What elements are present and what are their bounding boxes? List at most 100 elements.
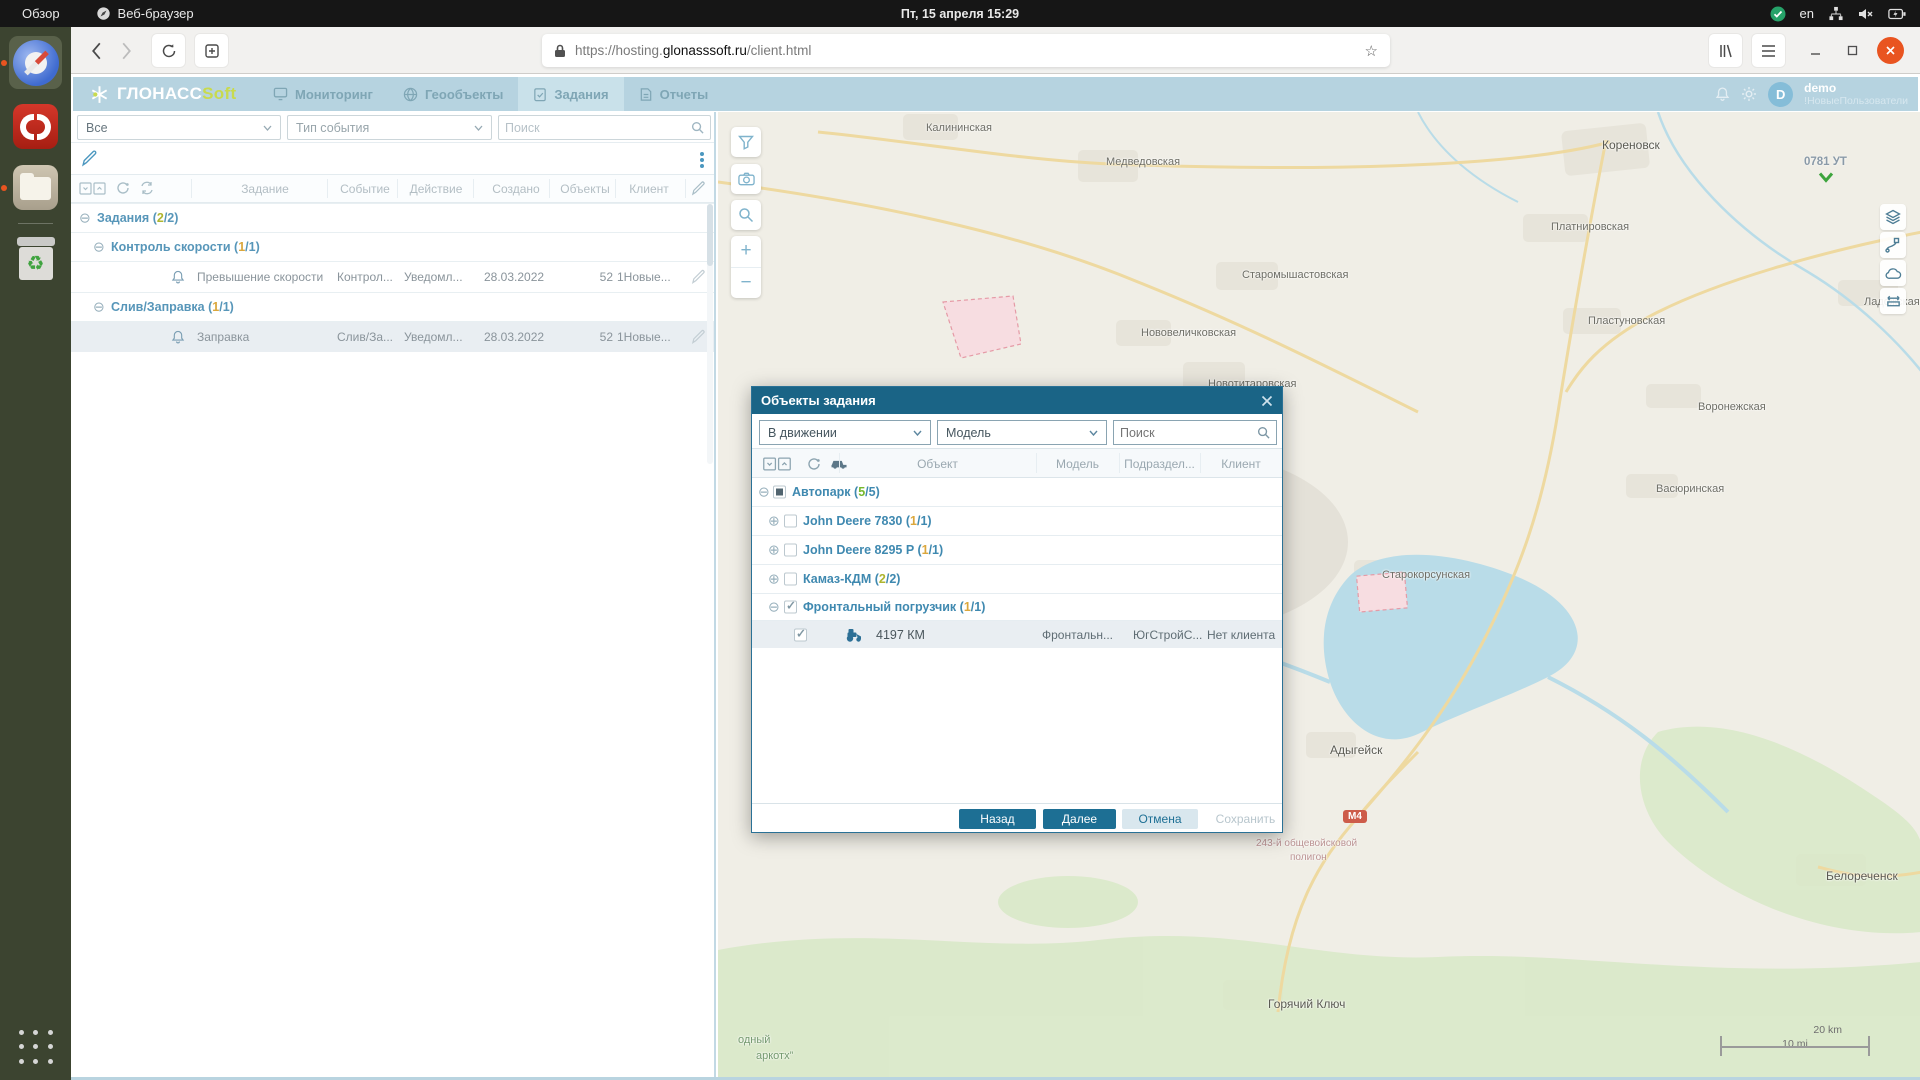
dock-files-icon[interactable] — [9, 161, 62, 214]
vehicle-marker-icon[interactable] — [1818, 172, 1834, 183]
nav-item-label: Отчеты — [660, 87, 709, 102]
model-group-row[interactable]: ⊕ Камаз-КДМ (2/2) — [752, 564, 1282, 593]
checkbox-unchecked[interactable] — [784, 573, 797, 586]
app-content: ГЛОНАССSoft Мониторинг Геообъекты Задани… — [71, 74, 1920, 1080]
activities-button[interactable]: Обзор — [0, 0, 82, 27]
status-filter-select[interactable]: В движении — [759, 420, 931, 445]
back-button[interactable] — [85, 40, 107, 62]
collapse-node-icon[interactable]: ⊖ — [758, 484, 770, 501]
fleet-group-row[interactable]: ⊖ Автопарк (5/5) — [752, 478, 1282, 506]
library-button[interactable] — [1709, 34, 1742, 67]
modal-header[interactable]: Объекты задания — [752, 387, 1282, 414]
dock-red-app-icon[interactable] — [9, 100, 62, 153]
sync-icon[interactable] — [139, 180, 155, 196]
refresh-icon[interactable] — [115, 180, 131, 196]
glonasssoft-logo[interactable]: ГЛОНАССSoft — [89, 84, 236, 105]
logo-star-icon — [89, 84, 110, 105]
edit-row-icon[interactable] — [691, 330, 706, 345]
checkbox-unchecked[interactable] — [784, 515, 797, 528]
zoom-in-button[interactable]: + — [731, 236, 761, 268]
close-button[interactable] — [1877, 37, 1904, 64]
maximize-button[interactable] — [1839, 37, 1866, 64]
chevron-down-icon — [474, 125, 483, 131]
map-camera-button[interactable] — [731, 164, 761, 194]
checkbox-indeterminate[interactable] — [773, 486, 786, 499]
nav-item-reports[interactable]: Отчеты — [624, 77, 724, 111]
expand-node-icon[interactable]: ⊕ — [768, 542, 780, 559]
nav-item-tasks[interactable]: Задания — [518, 77, 623, 111]
front-loader-icon — [844, 627, 865, 642]
model-filter-select[interactable]: Модель — [937, 420, 1107, 445]
modal-close-icon[interactable] — [1261, 395, 1273, 407]
group-row-speed-control[interactable]: ⊖ Контроль скорости (1/1) — [71, 232, 714, 261]
software-update-icon[interactable] — [1770, 6, 1786, 22]
app-menu[interactable]: Веб-браузер — [82, 0, 208, 27]
volume-muted-icon[interactable] — [1858, 7, 1874, 21]
edit-column-icon[interactable] — [691, 181, 706, 196]
settings-gear-icon[interactable] — [1741, 86, 1757, 102]
panel-scrollbar[interactable] — [707, 204, 713, 464]
task-row-selected[interactable]: Заправка Слив/За... Уведомл... 28.03.202… — [71, 321, 714, 352]
bookmark-star-icon[interactable]: ☆ — [1365, 42, 1378, 60]
map-search-button[interactable] — [731, 200, 761, 230]
checkbox-checked[interactable] — [794, 628, 807, 641]
zoom-out-button[interactable]: − — [731, 268, 761, 299]
network-icon[interactable] — [1828, 6, 1844, 21]
panel-search-input[interactable] — [505, 121, 691, 135]
collapse-tree-icon[interactable] — [762, 455, 792, 473]
dock-firefox-icon[interactable] — [9, 36, 62, 89]
map-measure-button[interactable] — [1880, 288, 1906, 314]
more-options-icon[interactable] — [700, 150, 704, 170]
battery-icon[interactable] — [1888, 8, 1906, 20]
user-info[interactable]: demo !НовыеПользователи — [1804, 82, 1908, 107]
collapse-node-icon[interactable]: ⊖ — [79, 210, 91, 227]
edit-row-icon[interactable] — [691, 270, 706, 285]
minimize-button[interactable] — [1802, 37, 1829, 64]
map-filter-button[interactable] — [731, 127, 761, 157]
map-route-button[interactable] — [1880, 232, 1906, 258]
user-avatar[interactable]: D — [1768, 82, 1793, 107]
group-count: (1/1) — [906, 514, 932, 528]
show-applications-button[interactable] — [17, 1028, 55, 1066]
collapse-node-icon[interactable]: ⊖ — [93, 239, 105, 256]
edit-pencil-icon[interactable] — [81, 150, 98, 167]
task-row[interactable]: Превышение скорости Контрол... Уведомл..… — [71, 261, 714, 292]
back-button[interactable]: Назад — [959, 809, 1036, 829]
keyboard-layout[interactable]: en — [1800, 6, 1814, 21]
forward-button[interactable] — [115, 40, 137, 62]
map-label: полигон — [1290, 852, 1327, 863]
notifications-bell-icon[interactable] — [1715, 86, 1730, 102]
next-button[interactable]: Далее — [1043, 809, 1116, 829]
vehicle-row-selected[interactable]: 4197 КМ Фронтальн... ЮгСтройС... Нет кли… — [752, 620, 1282, 648]
url-bar[interactable]: https://hosting.glonasssoft.ru/client.ht… — [542, 34, 1390, 67]
group-row-tasks[interactable]: ⊖ Задания (2/2) — [71, 203, 714, 232]
new-tab-button[interactable] — [195, 34, 228, 67]
collapse-tree-icon[interactable] — [79, 180, 106, 197]
model-group-row[interactable]: ⊖ Фронтальный погрузчик (1/1) — [752, 593, 1282, 620]
group-row-drain-refuel[interactable]: ⊖ Слив/Заправка (1/1) — [71, 292, 714, 321]
nav-item-monitoring[interactable]: Мониторинг — [258, 77, 388, 111]
nav-item-label: Задания — [554, 87, 608, 102]
refresh-icon[interactable] — [806, 456, 822, 472]
filter-all-select[interactable]: Все — [77, 115, 281, 140]
clock[interactable]: Пт, 15 апреля 15:29 — [901, 0, 1019, 27]
reload-button[interactable] — [152, 34, 185, 67]
dock-trash-icon[interactable]: ♻ — [9, 232, 62, 285]
expand-node-icon[interactable]: ⊕ — [768, 513, 780, 530]
save-button[interactable]: Сохранить — [1209, 809, 1282, 829]
menu-button[interactable] — [1752, 34, 1785, 67]
checkbox-unchecked[interactable] — [784, 544, 797, 557]
expand-node-icon[interactable]: ⊕ — [768, 571, 780, 588]
collapse-node-icon[interactable]: ⊖ — [93, 299, 105, 316]
nav-item-geoobjects[interactable]: Геообъекты — [388, 77, 518, 111]
checkbox-checked[interactable] — [784, 601, 797, 614]
map-label: Адыгейск — [1330, 743, 1382, 757]
map-layers-button[interactable] — [1880, 204, 1906, 230]
model-group-row[interactable]: ⊕ John Deere 7830 (1/1) — [752, 506, 1282, 535]
model-group-row[interactable]: ⊕ John Deere 8295 P (1/1) — [752, 535, 1282, 564]
cancel-button[interactable]: Отмена — [1122, 809, 1198, 829]
map-weather-button[interactable] — [1880, 260, 1906, 286]
modal-search-input[interactable] — [1120, 426, 1257, 440]
event-type-select[interactable]: Тип события — [287, 115, 492, 140]
collapse-node-icon[interactable]: ⊖ — [768, 599, 780, 616]
